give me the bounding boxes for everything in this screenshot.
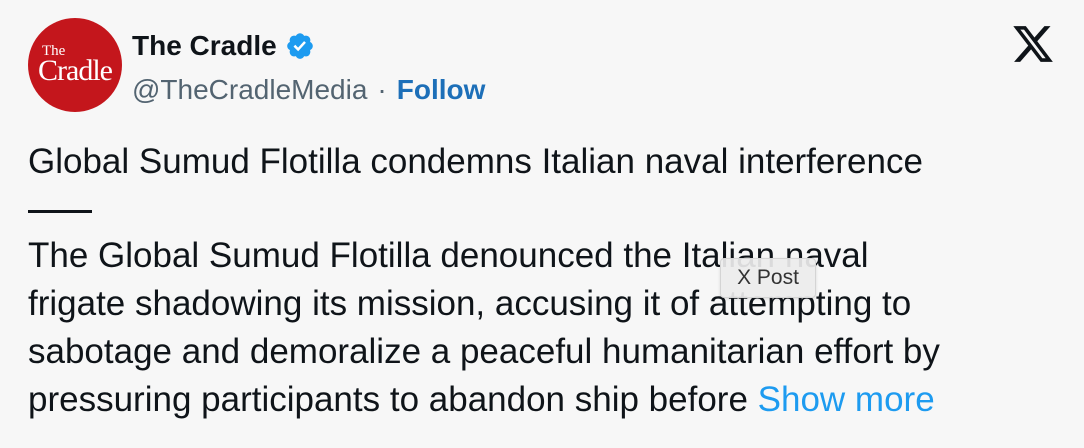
verified-badge-icon bbox=[286, 33, 313, 59]
author-handle-row: @TheCradleMedia · Follow bbox=[132, 70, 485, 110]
post-body-line: sabotage and demoralize a peaceful human… bbox=[28, 332, 940, 371]
x-logo-icon[interactable] bbox=[1010, 22, 1056, 66]
author-display-name[interactable]: The Cradle bbox=[132, 28, 277, 64]
tooltip: X Post bbox=[720, 258, 816, 298]
author-name-row: The Cradle bbox=[132, 28, 315, 64]
show-more-link[interactable]: Show more bbox=[758, 380, 935, 419]
author-handle[interactable]: @TheCradleMedia bbox=[132, 70, 367, 110]
post-body-line: The Global Sumud Flotilla denounced the … bbox=[28, 236, 869, 275]
separator-dot: · bbox=[377, 74, 387, 105]
follow-button[interactable]: Follow bbox=[397, 70, 486, 110]
post-body-line-text: pressuring participants to abandon ship … bbox=[28, 380, 758, 419]
post-body-line: frigate shadowing its mission, accusing … bbox=[28, 284, 912, 323]
post-headline: Global Sumud Flotilla condemns Italian n… bbox=[28, 142, 923, 181]
post-body: The Global Sumud Flotilla denounced the … bbox=[28, 232, 1068, 424]
embedded-post-card: The Cradle The Cradle @TheCradleMedia · … bbox=[0, 0, 1084, 448]
post-body-line-last: pressuring participants to abandon ship … bbox=[28, 376, 1068, 424]
avatar[interactable]: The Cradle bbox=[28, 18, 122, 112]
avatar-text-bottom: Cradle bbox=[38, 54, 113, 87]
headline-divider bbox=[28, 210, 92, 213]
